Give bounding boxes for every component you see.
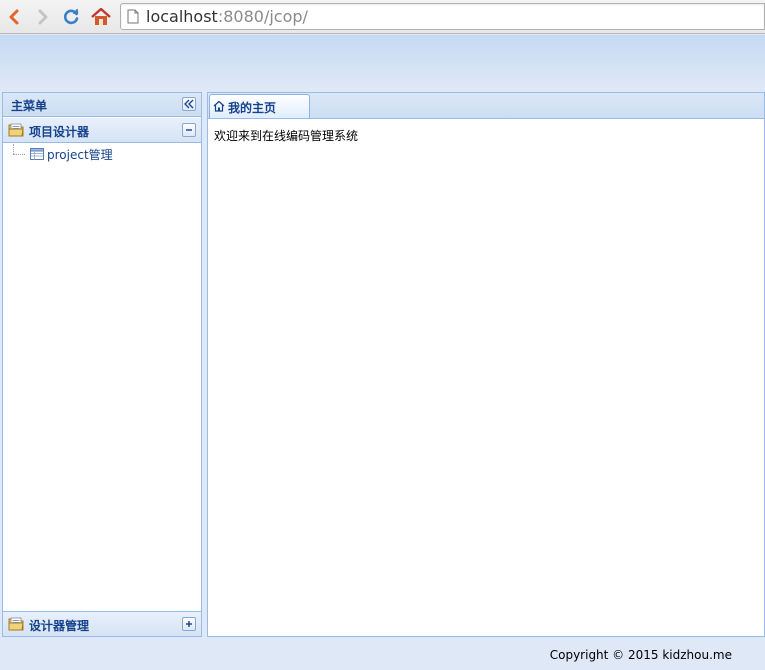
welcome-message: 欢迎来到在线编码管理系统 bbox=[214, 129, 359, 143]
folder-icon bbox=[8, 123, 24, 137]
page-icon bbox=[127, 9, 139, 24]
url-path: :8080/jcop/ bbox=[217, 7, 308, 26]
reload-icon bbox=[63, 8, 79, 25]
double-chevron-left-icon bbox=[184, 99, 194, 109]
tree-elbow-line bbox=[9, 144, 29, 164]
tab-strip: 我的主页 bbox=[207, 92, 765, 119]
accordion-header-designer-management[interactable]: 设计器管理 bbox=[3, 611, 201, 636]
collapse-panel-button[interactable] bbox=[182, 97, 196, 111]
back-icon bbox=[9, 9, 19, 25]
home-button[interactable] bbox=[88, 4, 114, 30]
browser-toolbar: localhost:8080/jcop/ bbox=[0, 0, 765, 34]
reload-button[interactable] bbox=[58, 4, 84, 30]
tab-content: 欢迎来到在线编码管理系统 bbox=[207, 118, 765, 637]
table-icon bbox=[30, 148, 44, 160]
accordion-title: 设计器管理 bbox=[29, 619, 90, 633]
tree-item-project-management[interactable]: project管理 bbox=[3, 144, 201, 164]
folder-icon bbox=[8, 617, 24, 631]
forward-icon bbox=[38, 9, 48, 25]
app-banner bbox=[0, 35, 765, 90]
main-menu-panel: 主菜单 项目设计器 project管理 设计器管理 bbox=[2, 92, 202, 637]
main-menu-title: 主菜单 bbox=[11, 99, 48, 113]
tab-my-home[interactable]: 我的主页 bbox=[209, 94, 310, 119]
tab-label: 我的主页 bbox=[228, 101, 277, 115]
accordion-title: 项目设计器 bbox=[29, 125, 90, 139]
collapse-section-button[interactable] bbox=[182, 123, 196, 137]
forward-button[interactable] bbox=[30, 4, 56, 30]
copyright-footer: Copyright © 2015 kidzhou.me bbox=[549, 648, 732, 662]
center-tab-panel: 我的主页 欢迎来到在线编码管理系统 bbox=[207, 92, 765, 637]
minus-icon bbox=[186, 129, 192, 131]
expand-section-button[interactable] bbox=[182, 617, 196, 631]
back-button[interactable] bbox=[1, 4, 27, 30]
menu-tree: project管理 bbox=[3, 144, 201, 164]
url-host: localhost bbox=[146, 7, 218, 26]
url-text: localhost:8080/jcop/ bbox=[146, 7, 308, 26]
accordion-header-project-designer[interactable]: 项目设计器 bbox=[3, 118, 201, 143]
home-icon bbox=[91, 8, 111, 25]
tree-item-label[interactable]: project管理 bbox=[47, 146, 113, 163]
plus-icon bbox=[186, 621, 192, 627]
address-bar[interactable]: localhost:8080/jcop/ bbox=[120, 3, 765, 30]
main-menu-header: 主菜单 bbox=[3, 93, 201, 117]
home-icon bbox=[213, 100, 225, 112]
